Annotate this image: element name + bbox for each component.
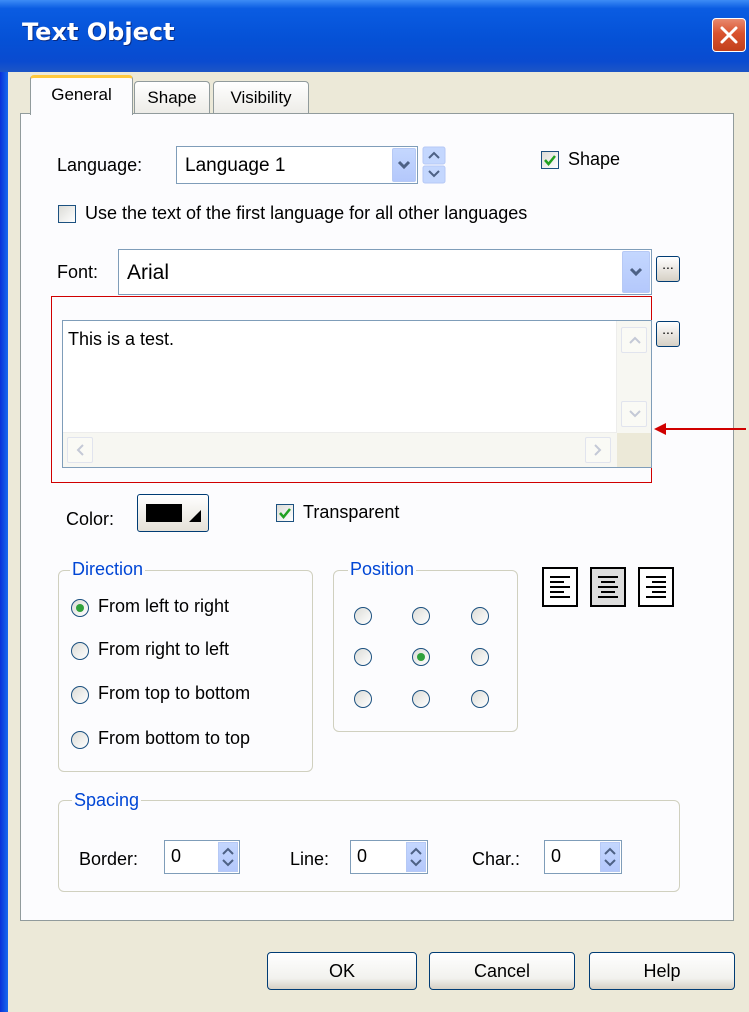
line-spin-buttons[interactable] (406, 842, 426, 872)
align-center-icon (598, 576, 618, 598)
char-label: Char.: (472, 849, 521, 869)
direction-radio-top-to-bottom[interactable] (71, 686, 89, 704)
char-spinner[interactable]: 0 (544, 840, 622, 874)
direction-group-title: Direction (70, 559, 146, 580)
scroll-right-button[interactable] (585, 437, 611, 463)
char-spin-buttons[interactable] (600, 842, 620, 872)
title-bar[interactable]: Text Object (0, 0, 749, 72)
direction-radio-left-to-right[interactable] (71, 599, 89, 617)
scroll-down-button[interactable] (621, 401, 647, 427)
border-value: 0 (171, 846, 182, 866)
shape-checkbox[interactable] (541, 151, 559, 169)
line-value: 0 (357, 846, 368, 866)
direction-option-label[interactable]: From right to left (98, 639, 229, 660)
window-left-border (0, 72, 8, 1012)
align-right-button[interactable] (638, 567, 674, 607)
font-dropdown-button[interactable] (622, 251, 650, 293)
font-value: Arial (127, 261, 170, 284)
language-dropdown-button[interactable] (392, 148, 416, 182)
chevron-up-icon (629, 336, 641, 344)
align-left-icon (550, 576, 570, 598)
line-spinner[interactable]: 0 (350, 840, 428, 874)
color-swatch (146, 504, 182, 522)
up-down-arrows-icon (222, 847, 234, 867)
direction-option-label[interactable]: From bottom to top (98, 728, 250, 749)
align-right-icon (646, 576, 666, 598)
position-radio[interactable] (412, 607, 430, 625)
direction-option-label[interactable]: From left to right (98, 596, 229, 617)
align-center-button[interactable] (590, 567, 626, 607)
position-radio[interactable] (354, 607, 372, 625)
text-content-area[interactable]: This is a test. (62, 320, 652, 468)
chevron-down-icon (397, 160, 411, 170)
border-spinner[interactable]: 0 (164, 840, 240, 874)
language-select[interactable]: Language 1 (176, 146, 418, 184)
position-radio[interactable] (471, 648, 489, 666)
window-title: Text Object (22, 18, 175, 46)
transparent-label[interactable]: Transparent (303, 502, 399, 523)
chevron-left-icon (76, 444, 84, 456)
color-label: Color: (66, 509, 115, 529)
scroll-up-button[interactable] (621, 327, 647, 353)
language-label: Language: (57, 155, 143, 175)
char-value: 0 (551, 846, 562, 866)
border-spin-buttons[interactable] (218, 842, 238, 872)
position-radio[interactable] (412, 690, 430, 708)
spacing-group-title: Spacing (72, 790, 142, 811)
font-label: Font: (57, 262, 99, 282)
position-radio[interactable] (471, 690, 489, 708)
use-first-language-checkbox[interactable] (58, 205, 76, 223)
ok-button[interactable]: OK (267, 952, 417, 990)
use-first-language-label[interactable]: Use the text of the first language for a… (85, 203, 527, 224)
line-label: Line: (290, 849, 330, 869)
tab-general[interactable]: General (30, 75, 133, 115)
position-group-title: Position (348, 559, 417, 580)
position-radio[interactable] (354, 690, 372, 708)
direction-option-label[interactable]: From top to bottom (98, 683, 250, 704)
tab-visibility[interactable]: Visibility (213, 81, 309, 115)
font-browse-button[interactable]: ... (656, 256, 680, 282)
position-radio[interactable] (354, 648, 372, 666)
checkmark-icon (544, 155, 556, 166)
language-spinner[interactable] (422, 146, 446, 184)
up-down-arrows-icon (604, 847, 616, 867)
close-button[interactable] (712, 18, 746, 52)
direction-radio-bottom-to-top[interactable] (71, 731, 89, 749)
text-edit-button[interactable]: ... (656, 321, 680, 347)
checkmark-icon (279, 508, 291, 519)
dialog-window: Text Object General Shape Visibility Lan… (0, 0, 749, 1012)
chevron-down-icon (629, 267, 643, 277)
text-content[interactable]: This is a test. (68, 329, 174, 350)
vertical-scrollbar[interactable] (616, 321, 651, 433)
color-picker-button[interactable] (137, 494, 209, 532)
up-down-arrows-icon (410, 847, 422, 867)
scrollbar-corner (617, 433, 651, 467)
align-left-button[interactable] (542, 567, 578, 607)
chevron-right-icon (594, 444, 602, 456)
up-down-arrows-icon (422, 146, 446, 184)
transparent-checkbox[interactable] (276, 504, 294, 522)
border-label: Border: (79, 849, 139, 869)
shape-checkbox-label[interactable]: Shape (568, 149, 620, 170)
position-radio-center[interactable] (412, 648, 430, 666)
cancel-button[interactable]: Cancel (429, 952, 575, 990)
scroll-left-button[interactable] (67, 437, 93, 463)
chevron-down-icon (629, 410, 641, 418)
help-button[interactable]: Help (589, 952, 735, 990)
dropdown-triangle-icon (189, 510, 201, 522)
annotation-arrow-icon (654, 423, 746, 435)
close-icon (720, 26, 738, 44)
direction-radio-right-to-left[interactable] (71, 642, 89, 660)
language-value: Language 1 (185, 155, 286, 176)
tab-shape[interactable]: Shape (134, 81, 210, 115)
font-select[interactable]: Arial (118, 249, 652, 295)
position-radio[interactable] (471, 607, 489, 625)
horizontal-scrollbar[interactable] (63, 432, 617, 467)
